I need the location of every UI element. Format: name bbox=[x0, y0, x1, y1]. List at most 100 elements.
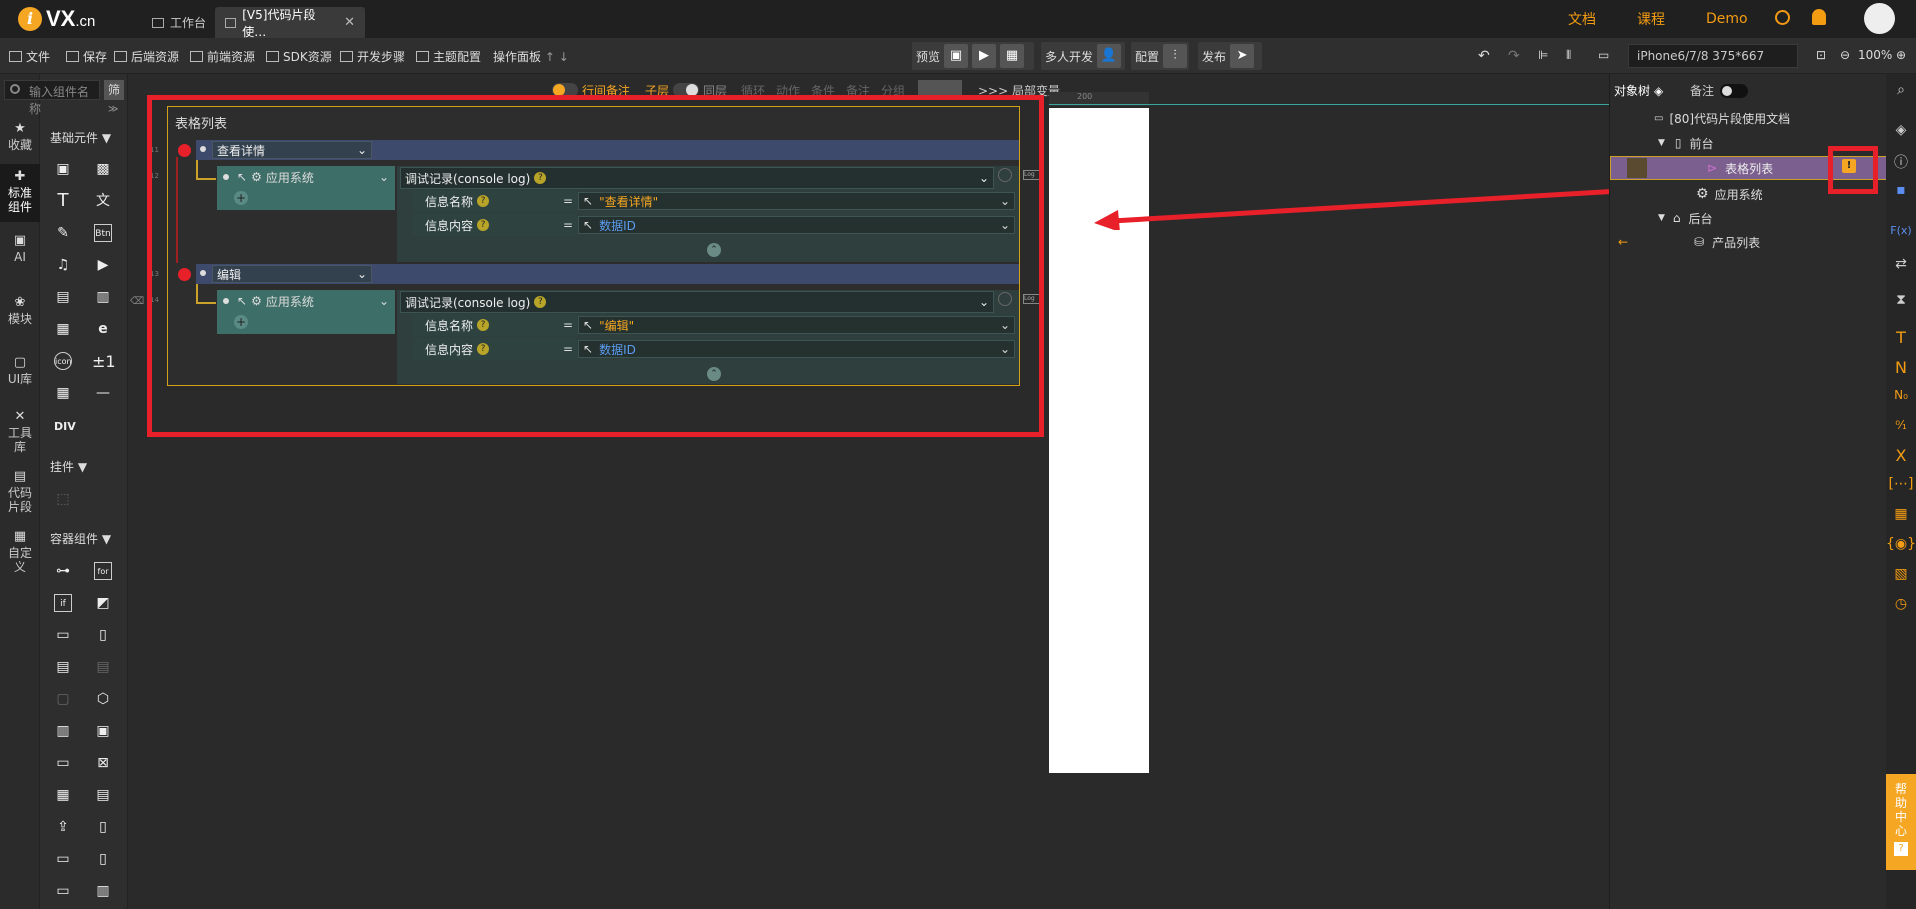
image-alt-icon[interactable]: ▩ bbox=[94, 160, 112, 178]
filter-button[interactable]: 筛 bbox=[104, 80, 124, 100]
multi-dev-group[interactable]: 多人开发 👤 bbox=[1041, 42, 1125, 70]
slider-icon[interactable]: ▭ bbox=[54, 850, 72, 868]
nav-favorites[interactable]: ★ 收藏 bbox=[0, 118, 40, 158]
hourglass-icon[interactable]: ⧗ bbox=[1886, 292, 1916, 308]
search-icon[interactable]: ⌕ bbox=[1886, 82, 1916, 98]
avatar[interactable] bbox=[1864, 3, 1895, 34]
nav-docs[interactable]: 文档 bbox=[1568, 0, 1596, 38]
nav-tool-library[interactable]: ✕ 工具库 bbox=[0, 410, 40, 460]
expand-icon[interactable]: ⊠ bbox=[94, 754, 112, 772]
upload-icon[interactable]: ⇪ bbox=[54, 818, 72, 836]
edit-icon[interactable]: ✎ bbox=[54, 224, 72, 242]
counter-icon[interactable]: ±1 bbox=[92, 352, 116, 371]
film-icon[interactable]: ▭ bbox=[54, 882, 72, 900]
nav-ui-library[interactable]: ▢ UI库 bbox=[0, 356, 40, 392]
translate-icon[interactable]: 文 bbox=[94, 192, 112, 210]
zoom-in-icon[interactable]: ⊕ bbox=[1896, 48, 1906, 64]
info-icon[interactable]: ⓘ bbox=[1886, 152, 1916, 172]
tab-note[interactable]: 备注 bbox=[1690, 82, 1749, 99]
save-button[interactable]: 保存 bbox=[66, 48, 107, 64]
tab-snippet-doc[interactable]: [V5]代码片段使… ✕ bbox=[215, 7, 365, 39]
fraction-icon[interactable]: ⁰⁄₁ bbox=[1886, 418, 1916, 432]
qr-icon[interactable]: ▦ bbox=[1000, 44, 1025, 68]
logo-text[interactable]: VX.cn bbox=[46, 6, 95, 32]
divider-icon[interactable]: — bbox=[94, 384, 112, 402]
e-icon[interactable]: e bbox=[94, 320, 112, 338]
dev-steps-button[interactable]: 开发步骤 bbox=[340, 48, 405, 64]
logo-icon[interactable]: i bbox=[18, 7, 42, 31]
for-icon[interactable]: for bbox=[94, 562, 112, 580]
monitor-icon[interactable]: ▭ bbox=[1598, 48, 1609, 64]
cube-icon[interactable]: ⬡ bbox=[94, 690, 112, 708]
bell-icon[interactable] bbox=[1812, 9, 1826, 25]
widget-icon[interactable]: ⬚ bbox=[54, 490, 72, 508]
nav-course[interactable]: 课程 bbox=[1637, 0, 1665, 38]
function-icon[interactable]: F(x) bbox=[1886, 224, 1916, 237]
nav-modules[interactable]: ❀ 模块 bbox=[0, 296, 40, 332]
tree-product-list[interactable]: ← ⛁ 产品列表 bbox=[1610, 230, 1887, 254]
swap-icon[interactable]: ⇄ bbox=[1886, 256, 1916, 272]
search-icon[interactable] bbox=[1775, 10, 1790, 25]
music-icon[interactable]: ♫ bbox=[54, 256, 72, 274]
form-icon[interactable]: ▥ bbox=[54, 722, 72, 740]
nav-demo[interactable]: Demo bbox=[1706, 0, 1748, 38]
array-icon[interactable]: [⋯] bbox=[1886, 476, 1916, 492]
frontend-resources-button[interactable]: 前端资源 bbox=[190, 48, 255, 64]
close-icon[interactable]: ✕ bbox=[344, 15, 355, 30]
object-icon[interactable]: {◉} bbox=[1886, 536, 1916, 552]
publish-group[interactable]: 发布 ➤ bbox=[1198, 42, 1262, 70]
number-var-icon[interactable]: N bbox=[1886, 358, 1916, 377]
icon-component[interactable]: icon bbox=[54, 352, 72, 370]
tab-workbench[interactable]: 工作台 bbox=[142, 7, 216, 38]
redo-icon[interactable]: ↷ bbox=[1508, 48, 1520, 64]
grid-icon[interactable]: ▦ bbox=[1886, 506, 1916, 522]
theme-config-button[interactable]: 主题配置 bbox=[416, 48, 481, 64]
list-icon[interactable]: ▤ bbox=[94, 786, 112, 804]
page-icon[interactable]: ▯ bbox=[94, 850, 112, 868]
btn-icon[interactable]: Btn bbox=[94, 224, 112, 242]
gallery-icon[interactable]: ▥ bbox=[94, 288, 112, 306]
nav-standard-components[interactable]: ✚ 标准组件 bbox=[0, 164, 40, 222]
help-center-button[interactable]: 帮助中心? bbox=[1886, 774, 1916, 870]
backend-resources-button[interactable]: 后端资源 bbox=[114, 48, 179, 64]
div-component[interactable]: DIV bbox=[54, 420, 76, 433]
video-icon[interactable]: ▶ bbox=[94, 256, 112, 274]
if-icon[interactable]: if bbox=[54, 594, 72, 612]
device-select[interactable]: iPhone6/7/8 375*667 bbox=[1628, 44, 1798, 68]
radio-icon[interactable]: ▭ bbox=[54, 754, 72, 772]
nav-ai[interactable]: ▣ AI bbox=[0, 234, 40, 270]
numeric-icon[interactable]: N₀ bbox=[1886, 388, 1916, 402]
book-icon[interactable]: ▥ bbox=[94, 882, 112, 900]
media-icon[interactable]: ▤ bbox=[54, 288, 72, 306]
image-var-icon[interactable]: ▧ bbox=[1886, 566, 1916, 582]
layout-alt-icon[interactable]: ▤ bbox=[94, 658, 112, 676]
tree-backend[interactable]: ▼ ⌂ 后台 bbox=[1610, 206, 1887, 230]
align-center-icon[interactable]: ⦀ bbox=[1566, 48, 1571, 64]
container-components-header[interactable]: 容器组件 ▼ bbox=[50, 530, 111, 547]
tree-root[interactable]: ▭ [80]代码片段使用文档 bbox=[1610, 106, 1887, 130]
swap-icon[interactable]: ▣ bbox=[94, 722, 112, 740]
mobile-icon[interactable]: ▯ bbox=[94, 818, 112, 836]
play-icon[interactable]: ▶ bbox=[972, 44, 997, 68]
zoom-out-icon[interactable]: ⊖ bbox=[1840, 48, 1850, 64]
column-icon[interactable]: ▯ bbox=[94, 626, 112, 644]
fit-icon[interactable]: ⊡ bbox=[1816, 48, 1826, 64]
layers-icon[interactable]: ◈ bbox=[1886, 122, 1916, 138]
variable-icon[interactable]: X bbox=[1886, 446, 1916, 465]
flow-icon[interactable]: ⊶ bbox=[54, 562, 72, 580]
layout-icon[interactable]: ▤ bbox=[54, 658, 72, 676]
undo-icon[interactable]: ↶ bbox=[1478, 48, 1490, 64]
qrcode-icon[interactable]: ▦ bbox=[54, 384, 72, 402]
nav-code-snippets[interactable]: ▤ 代码片段 bbox=[0, 470, 40, 520]
preview-label[interactable]: 预览 bbox=[916, 48, 940, 65]
image-icon[interactable]: ▣ bbox=[54, 160, 72, 178]
widget-header[interactable]: 挂件 ▼ bbox=[50, 458, 87, 475]
sdk-resources-button[interactable]: SDK资源 bbox=[266, 48, 332, 64]
text-icon[interactable]: T bbox=[54, 192, 72, 210]
file-menu[interactable]: 文件 bbox=[9, 48, 50, 64]
table-icon[interactable]: ▦ bbox=[54, 786, 72, 804]
comment-icon[interactable]: ▪ bbox=[1886, 182, 1916, 198]
align-left-icon[interactable]: ⊫ bbox=[1538, 48, 1548, 64]
card-icon[interactable]: ◩ bbox=[94, 594, 112, 612]
phone-preview-icon[interactable]: ▣ bbox=[944, 44, 969, 68]
